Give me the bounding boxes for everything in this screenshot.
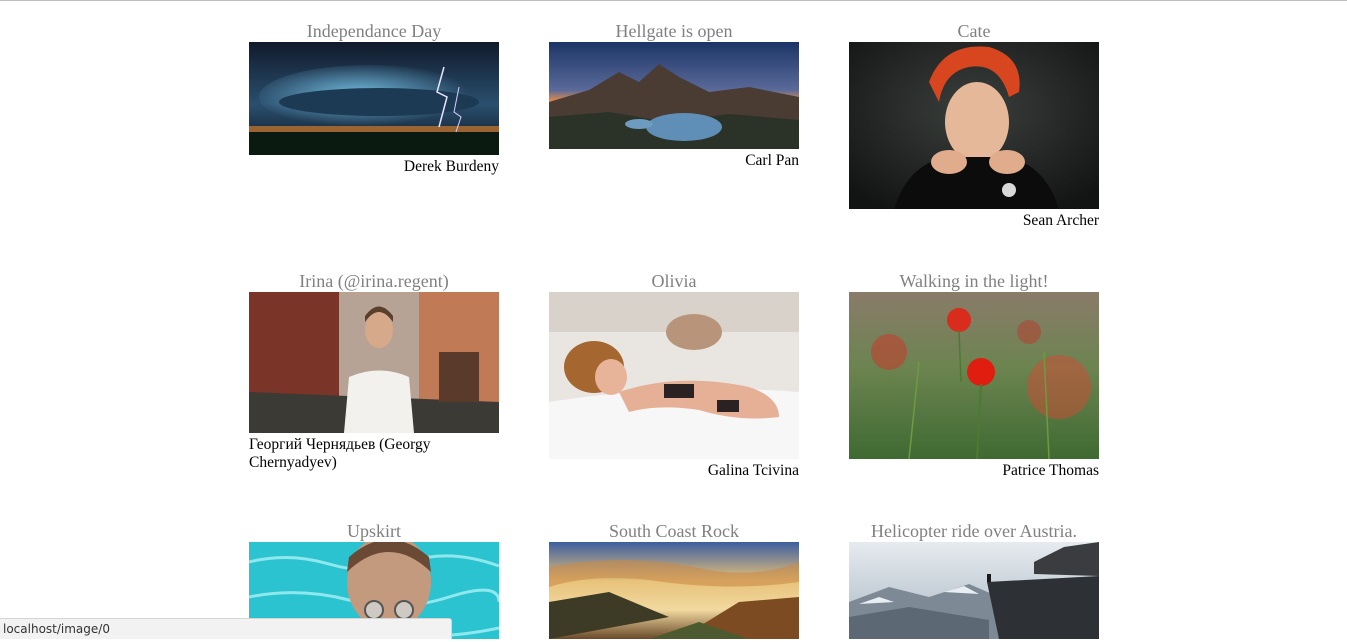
gallery-card: Hellgate is open Carl Pan <box>549 20 799 170</box>
mountain-lake-image <box>549 42 799 149</box>
storm-landscape-image <box>249 42 499 155</box>
photo-title: Upskirt <box>347 521 401 541</box>
photo-thumbnail-poppy[interactable] <box>849 292 1099 459</box>
cliff-image <box>849 542 1099 639</box>
photo-thumbnail-street[interactable] <box>249 292 499 433</box>
photo-author: Carl Pan <box>745 152 799 169</box>
photo-title: Hellgate is open <box>615 21 733 41</box>
photo-thumbnail-bed[interactable] <box>549 292 799 459</box>
gallery-card: Independance Day Derek Burdeny <box>249 20 499 176</box>
gallery-card: South Coast Rock <box>549 520 799 642</box>
photo-title: Helicopter ride over Austria. <box>871 521 1077 541</box>
photo-author: Galina Tcivina <box>707 462 799 479</box>
photo-title: South Coast Rock <box>608 521 739 541</box>
photo-thumbnail-cliff[interactable] <box>849 542 1099 639</box>
gallery-card: Cate Sean Archer <box>849 20 1099 230</box>
gallery-card: Walking in the light! Patrice Thomas <box>849 270 1099 480</box>
poppy-field-image <box>849 292 1099 459</box>
street-portrait-image <box>249 292 499 433</box>
sunset-hills-image <box>549 542 799 639</box>
photo-title: Independance Day <box>306 21 442 41</box>
photo-title: Irina (@irina.regent) <box>299 271 449 291</box>
gallery-card: Helicopter ride over Austria. <box>849 520 1099 642</box>
photo-thumbnail-storm[interactable] <box>249 42 499 155</box>
photo-author: Derek Burdeny <box>403 158 499 175</box>
window-top-border <box>0 0 1347 1</box>
photo-title: Olivia <box>651 271 697 291</box>
photo-author: Sean Archer <box>1022 212 1099 229</box>
gallery-card: Irina (@irina.regent) Георгий Чернядьев … <box>249 270 499 472</box>
status-url: localhost/image/0 <box>3 622 110 636</box>
portrait-image <box>849 42 1099 209</box>
photo-author: Георгий Чернядьев (Georgy Chernyadyev) <box>249 436 431 471</box>
bedroom-image <box>549 292 799 459</box>
browser-status-bar: localhost/image/0 <box>0 618 452 639</box>
photo-title: Walking in the light! <box>899 271 1049 291</box>
photo-title: Cate <box>957 21 991 41</box>
gallery-card: Olivia Galina Tcivina <box>549 270 799 480</box>
photo-thumbnail-coast[interactable] <box>549 542 799 639</box>
photo-thumbnail-portrait[interactable] <box>849 42 1099 209</box>
photo-author: Patrice Thomas <box>1002 462 1099 479</box>
photo-thumbnail-mountain[interactable] <box>549 42 799 149</box>
